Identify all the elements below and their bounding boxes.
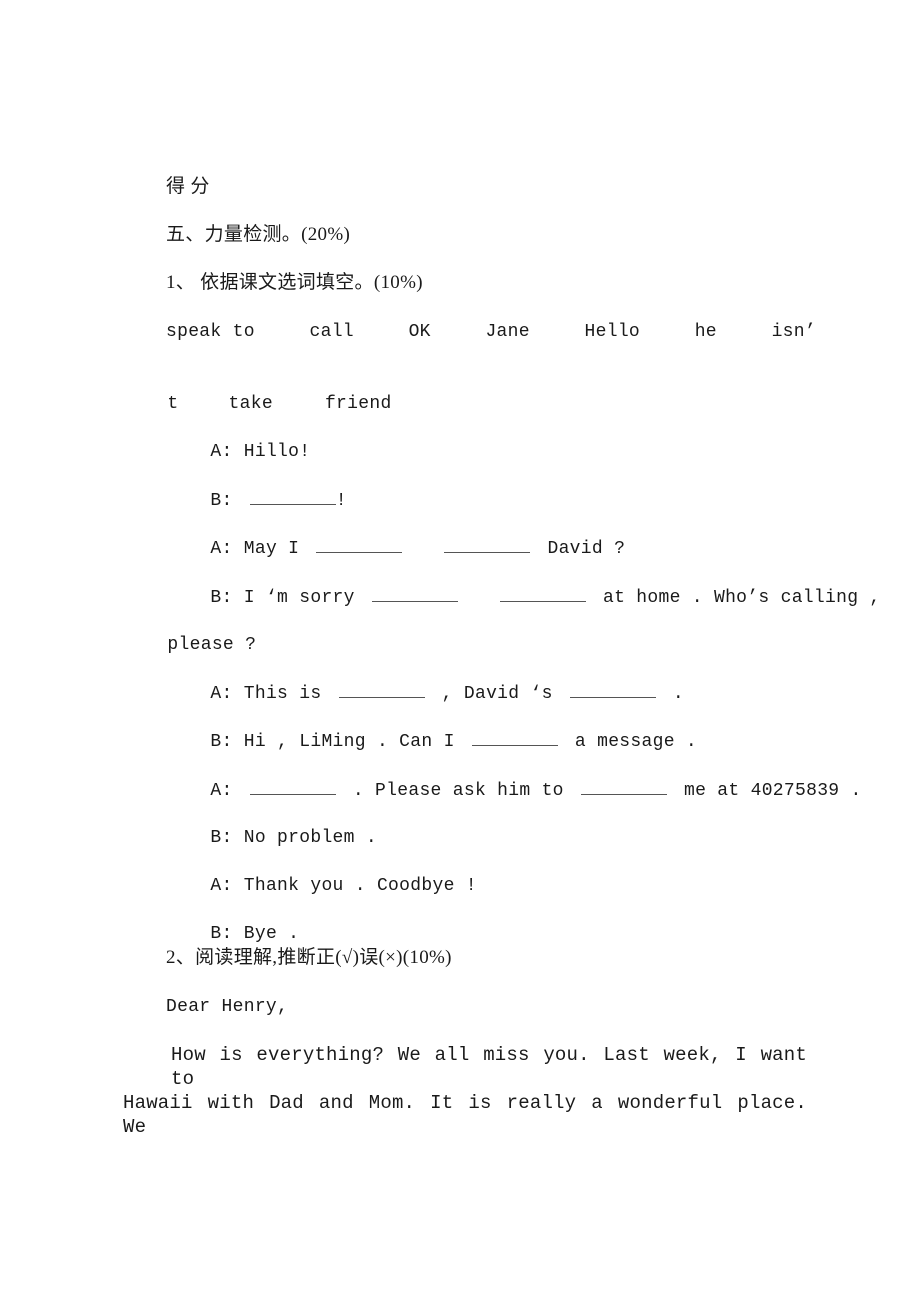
document-page: 得 分 五、力量检测。(20%) 1、 依据课文选词填空。(10%) speak… bbox=[0, 0, 920, 1302]
word-bank-item: take bbox=[228, 394, 273, 414]
speaker-label: B: bbox=[210, 828, 244, 848]
dialogue-text: David ? bbox=[536, 539, 626, 559]
dialogue-line: B: I ‘m sorry at home . Who’s calling , bbox=[166, 561, 881, 634]
word-bank-item: call bbox=[309, 322, 354, 342]
answer-blank[interactable] bbox=[249, 488, 336, 505]
question-2-title: 2、阅读理解,推断正(√)误(×)(10%) bbox=[166, 947, 452, 968]
letter-paragraph-line: Hawaii with Dad and Mom. It is really a … bbox=[123, 1092, 807, 1138]
word-bank-item: friend bbox=[324, 394, 392, 414]
dialogue-text: This is bbox=[243, 684, 333, 704]
score-label: 得 分 bbox=[166, 176, 210, 197]
dialogue-text: ! bbox=[335, 491, 347, 511]
answer-blank[interactable] bbox=[316, 536, 403, 553]
dialogue-text: Hi , LiMing . Can I bbox=[243, 732, 466, 752]
word-bank: speak to call OK Jane Hello he isn’ bbox=[166, 320, 816, 344]
dialogue-text: at home . Who’s calling , bbox=[591, 588, 881, 608]
answer-blank[interactable] bbox=[338, 681, 425, 698]
word-bank-item: isn’ bbox=[771, 322, 816, 342]
dialogue-text: Thank you . Coodbye ! bbox=[243, 876, 477, 896]
speaker-label: B: bbox=[210, 588, 244, 608]
dialogue-text: me at 40275839 . bbox=[672, 781, 862, 801]
dialogue-text: please ? bbox=[167, 635, 257, 655]
word-bank-item: Hello bbox=[584, 322, 641, 342]
section-title: 五、力量检测。(20%) bbox=[166, 224, 351, 245]
speaker-label: B: bbox=[210, 491, 244, 511]
word-bank-item: he bbox=[694, 322, 717, 342]
answer-blank[interactable] bbox=[371, 585, 458, 602]
word-bank-item: OK bbox=[408, 322, 431, 342]
word-bank-item: Jane bbox=[485, 322, 530, 342]
speaker-label: B: bbox=[210, 924, 244, 944]
question-1-title: 1、 依据课文选词填空。(10%) bbox=[166, 272, 423, 293]
dialogue-text: Hillo! bbox=[243, 442, 311, 462]
answer-blank[interactable] bbox=[471, 729, 558, 746]
dialogue-text: . Please ask him to bbox=[341, 781, 575, 801]
answer-blank[interactable] bbox=[499, 585, 586, 602]
dialogue-text: May I bbox=[243, 539, 311, 559]
speaker-label: A: bbox=[210, 684, 244, 704]
speaker-label: A: bbox=[210, 539, 244, 559]
letter-salutation: Dear Henry, bbox=[166, 997, 289, 1017]
speaker-label: A: bbox=[210, 876, 244, 896]
dialogue-text: a message . bbox=[563, 732, 698, 752]
dialogue-text: No problem . bbox=[243, 828, 377, 848]
dialogue-text: Bye . bbox=[243, 924, 300, 944]
dialogue-text: . bbox=[661, 684, 685, 704]
answer-blank[interactable] bbox=[580, 778, 667, 795]
dialogue-text: , David ‘s bbox=[430, 684, 564, 704]
answer-blank[interactable] bbox=[444, 536, 531, 553]
answer-blank[interactable] bbox=[569, 681, 656, 698]
letter-paragraph-line: How is everything? We all miss you. Last… bbox=[171, 1044, 807, 1090]
word-bank-item: speak to bbox=[166, 322, 255, 342]
speaker-label: A: bbox=[210, 781, 244, 801]
word-bank-item: t bbox=[167, 394, 179, 414]
dialogue-text: I ‘m sorry bbox=[243, 588, 366, 608]
speaker-label: A: bbox=[210, 442, 244, 462]
speaker-label: B: bbox=[210, 732, 244, 752]
answer-blank[interactable] bbox=[249, 778, 336, 795]
